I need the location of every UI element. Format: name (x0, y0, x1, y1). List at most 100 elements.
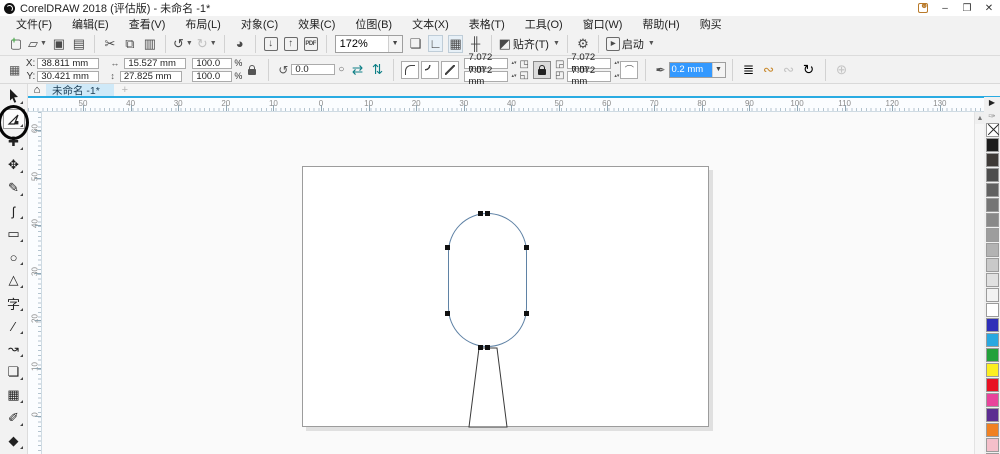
close-button[interactable]: ✕ (978, 0, 1000, 16)
color-swatch-6[interactable] (986, 228, 999, 242)
copy[interactable]: ⧉ (120, 34, 140, 54)
menu-item-11[interactable]: 帮助(H) (632, 15, 689, 33)
print[interactable]: ▤ (69, 34, 89, 54)
dimension-tool[interactable]: ∕ (3, 316, 25, 336)
trapezoid-stem[interactable] (469, 348, 507, 427)
stepper-icon[interactable]: ▴▾ (614, 61, 619, 66)
artistic-media-tool[interactable]: ʃ (3, 201, 25, 221)
color-swatch-3[interactable] (986, 183, 999, 197)
color-swatch-13[interactable] (986, 333, 999, 347)
connector-tool[interactable]: ↝ (3, 339, 25, 359)
color-swatch-7[interactable] (986, 243, 999, 257)
corner-radius-bl-field[interactable]: 7.072 mm (464, 71, 508, 82)
scalloped-corner-button[interactable] (421, 61, 439, 79)
paste[interactable]: ▥ (140, 34, 160, 54)
mirror-vertical-button[interactable]: ⇅ (368, 61, 386, 79)
wrap-text-button[interactable]: ≣ (740, 61, 758, 79)
selection-node[interactable] (478, 211, 483, 216)
open-folder[interactable]: ▱▼ (26, 34, 49, 54)
menu-item-7[interactable]: 文本(X) (402, 15, 459, 33)
menu-item-4[interactable]: 对象(C) (231, 15, 288, 33)
horizontal-ruler[interactable]: 5040302010010203040506070809010011012013… (28, 98, 985, 112)
cut[interactable]: ✂ (100, 34, 120, 54)
color-eyedropper-tool[interactable]: ✐ (3, 408, 25, 428)
launch-dropdown[interactable]: ▶启动▼ (604, 34, 657, 54)
selection-node[interactable] (485, 211, 490, 216)
outline-width-combo[interactable]: 0.2 mm ▼ (669, 62, 726, 78)
crop-tool[interactable]: ✚ (3, 132, 25, 152)
selection-node[interactable] (524, 311, 529, 316)
undo[interactable]: ↺▼ (171, 34, 195, 54)
chamfered-corner-button[interactable] (441, 61, 459, 79)
snap-to-dropdown[interactable]: ◩贴齐(T)▼ (497, 34, 562, 54)
options[interactable]: ⚙ (573, 34, 593, 54)
color-swatch-8[interactable] (986, 258, 999, 272)
object-height-field[interactable]: 27.825 mm (120, 71, 182, 82)
chevron-down-icon[interactable]: ▼ (712, 63, 725, 77)
menu-item-5[interactable]: 效果(C) (288, 15, 345, 33)
no-color-swatch[interactable] (986, 123, 999, 137)
menu-item-10[interactable]: 窗口(W) (573, 15, 633, 33)
color-swatch-15[interactable] (986, 363, 999, 377)
pick-tool[interactable] (3, 86, 25, 106)
menu-item-8[interactable]: 表格(T) (459, 15, 515, 33)
object-width-field[interactable]: 15.527 mm (124, 58, 186, 69)
drawing-canvas[interactable] (42, 112, 974, 454)
color-swatch-20[interactable] (986, 438, 999, 452)
corner-radius-br-field[interactable]: 7.072 mm (567, 71, 611, 82)
show-rulers[interactable]: ∟ (426, 34, 446, 54)
interactive-fill-tool[interactable]: ◆ (3, 431, 25, 451)
scale-h-field[interactable]: 100.0 (192, 58, 232, 69)
mirror-horizontal-button[interactable]: ⇄ (348, 61, 366, 79)
ellipse-tool[interactable]: ○ (3, 247, 25, 267)
zoom-level-combo[interactable]: ▼ (335, 35, 403, 53)
selection-node[interactable] (445, 245, 450, 250)
rectangle-tool[interactable]: ▭ (3, 224, 25, 244)
palette-flyout-icon[interactable]: ▶ (989, 97, 995, 109)
save[interactable]: ▣ (49, 34, 69, 54)
document-tab[interactable]: 未命名 -1* (46, 84, 114, 96)
color-swatch-18[interactable] (986, 408, 999, 422)
stepper-icon[interactable]: ▴▾ (511, 61, 516, 66)
menu-item-12[interactable]: 购买 (690, 15, 732, 33)
color-swatch-5[interactable] (986, 213, 999, 227)
link-button[interactable]: ∾ (760, 61, 778, 79)
color-swatch-10[interactable] (986, 288, 999, 302)
new-tab-button[interactable]: + (114, 84, 136, 96)
vertical-scrollbar[interactable]: ▲ (974, 112, 984, 454)
color-swatch-12[interactable] (986, 318, 999, 332)
scale-v-field[interactable]: 100.0 (192, 71, 232, 82)
vertical-ruler[interactable]: 6050403020100 (28, 112, 42, 454)
menu-item-9[interactable]: 工具(O) (515, 15, 573, 33)
drop-shadow-tool[interactable]: ❏ (3, 362, 25, 382)
color-swatch-16[interactable] (986, 378, 999, 392)
full-screen-preview[interactable]: ❏ (406, 34, 426, 54)
export[interactable]: ↑ (281, 34, 301, 54)
pan-tool[interactable]: ✥ (3, 155, 25, 175)
shape-tool[interactable] (3, 109, 25, 129)
color-swatch-11[interactable] (986, 303, 999, 317)
selection-node[interactable] (478, 345, 483, 350)
menu-item-0[interactable]: 文件(F) (6, 15, 62, 33)
x-position-field[interactable]: 38.811 mm (37, 58, 99, 69)
color-swatch-4[interactable] (986, 198, 999, 212)
restore-button[interactable]: ❐ (956, 0, 978, 16)
color-swatch-14[interactable] (986, 348, 999, 362)
transparency-tool[interactable]: ▦ (3, 385, 25, 405)
text-tool[interactable]: 字 (3, 293, 25, 313)
show-grid[interactable]: ▦ (446, 34, 466, 54)
selection-node[interactable] (485, 345, 490, 350)
round-corner-button[interactable] (401, 61, 419, 79)
menu-item-6[interactable]: 位图(B) (345, 15, 402, 33)
home-button[interactable]: ⌂ (28, 84, 46, 96)
selection-node[interactable] (524, 245, 529, 250)
stepper-icon[interactable]: ▴▾ (614, 74, 619, 79)
color-swatch-1[interactable] (986, 153, 999, 167)
import[interactable]: ↓ (261, 34, 281, 54)
freehand-tool[interactable]: ✎ (3, 178, 25, 198)
color-swatch-2[interactable] (986, 168, 999, 182)
lock-ratio-button[interactable] (243, 61, 261, 79)
polygon-tool[interactable]: △ (3, 270, 25, 290)
show-guidelines[interactable]: ╫ (466, 34, 486, 54)
account-button[interactable] (912, 0, 934, 16)
